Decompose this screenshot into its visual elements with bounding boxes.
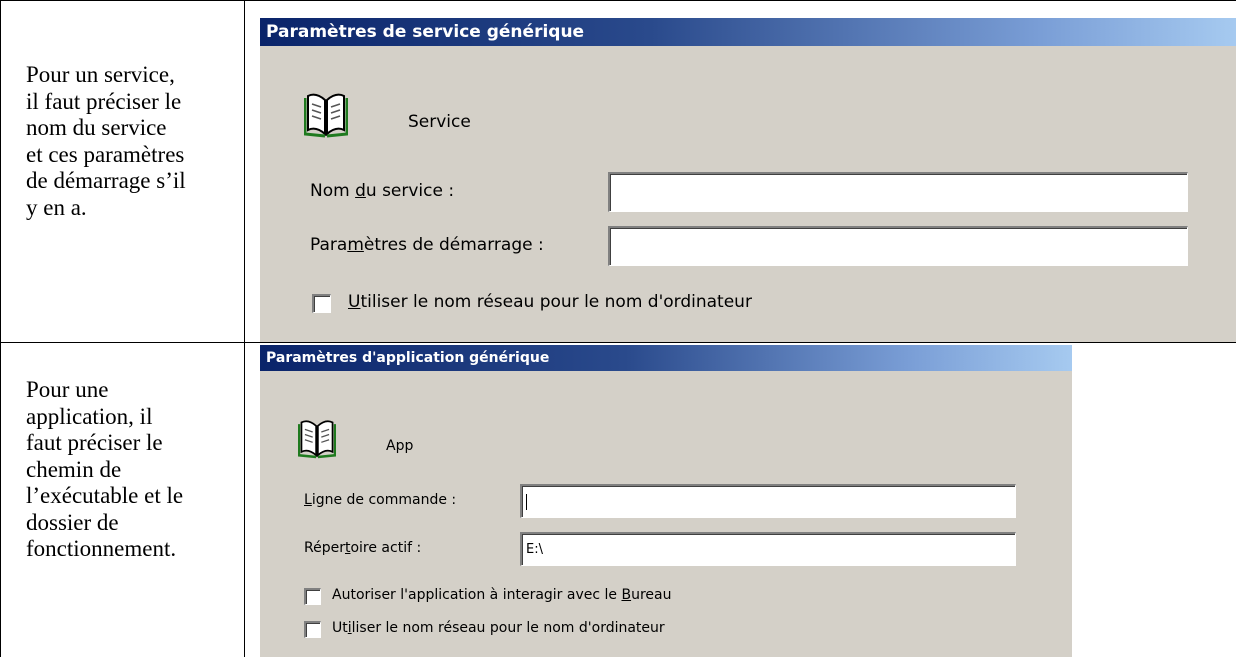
document-table: Pour un service, il faut préciser le nom… xyxy=(0,0,1236,657)
label-text: igne de commande : xyxy=(311,492,457,508)
row1-description-line: de démarrage s’il xyxy=(26,168,186,193)
service-name-input[interactable] xyxy=(608,172,1188,212)
application-settings-dialog: Paramètres d'application générique App L… xyxy=(260,345,1072,657)
use-network-name-label: Utiliser le nom réseau pour le nom d'ord… xyxy=(348,292,752,312)
row1-description-line: nom du service xyxy=(26,115,167,140)
label-text: Para xyxy=(310,235,348,255)
row1-description-line: y en a. xyxy=(26,194,87,220)
row2-description-line: application, il xyxy=(26,403,153,429)
startup-parameters-label: Paramètres de démarrage : xyxy=(310,235,544,255)
command-line-label: Ligne de commande : xyxy=(304,492,456,508)
row1-description-line: Pour un service, xyxy=(26,62,175,87)
use-network-name-checkbox[interactable] xyxy=(304,621,321,638)
working-directory-input[interactable]: E:\ xyxy=(520,532,1016,566)
allow-desktop-interaction-checkbox[interactable] xyxy=(304,588,321,605)
label-text: Réper xyxy=(304,540,345,556)
label-text: Ut xyxy=(332,620,348,636)
label-text: liser le nom réseau pour le nom d'ordina… xyxy=(351,620,665,636)
label-accelerator: d xyxy=(355,181,366,201)
row2-description-line: l’exécutable et le xyxy=(26,483,184,508)
table-border-top xyxy=(0,0,1236,1)
row2-description-line: Pour une xyxy=(26,377,109,402)
dialog-titlebar: Paramètres de service générique xyxy=(260,18,1236,46)
label-accelerator: L xyxy=(304,492,312,508)
use-network-name-checkbox[interactable] xyxy=(312,294,331,313)
row2-description-line: fonctionnement. xyxy=(26,536,177,561)
label-text: tiliser le nom réseau pour le nom d'ordi… xyxy=(360,292,752,312)
label-accelerator: B xyxy=(621,587,632,603)
row1-description: Pour un service, il faut préciser le nom… xyxy=(26,62,244,221)
label-accelerator: U xyxy=(348,292,361,312)
allow-desktop-interaction-label: Autoriser l'application à interagir avec… xyxy=(332,587,671,603)
use-network-name-label: Utiliser le nom réseau pour le nom d'ord… xyxy=(332,620,665,636)
service-settings-dialog: Paramètres de service générique Service … xyxy=(260,18,1236,342)
startup-parameters-input[interactable] xyxy=(608,226,1188,266)
row2-description-line: faut préciser le xyxy=(26,430,163,455)
dialog-heading: App xyxy=(386,438,414,454)
table-row-divider xyxy=(0,342,1236,343)
label-text: Nom xyxy=(310,181,356,201)
label-text: oire actif : xyxy=(350,540,422,556)
row1-description-line: il faut préciser le xyxy=(26,88,182,114)
label-text: u service : xyxy=(365,181,455,201)
command-line-input[interactable] xyxy=(520,484,1016,518)
table-column-divider xyxy=(244,0,245,657)
label-text: ureau xyxy=(631,587,672,603)
row1-description-line: et ces paramètres xyxy=(26,141,185,167)
open-book-icon xyxy=(304,93,348,138)
text-cursor xyxy=(526,493,527,510)
row2-description: Pour une application, il faut préciser l… xyxy=(26,377,244,563)
open-book-icon xyxy=(298,420,336,459)
label-accelerator: m xyxy=(347,235,364,255)
label-text: Autoriser l'application à interagir avec… xyxy=(332,587,622,603)
service-name-label: Nom du service : xyxy=(310,181,454,201)
dialog-titlebar: Paramètres d'application générique xyxy=(260,345,1072,371)
row2-description-line: chemin de xyxy=(26,456,122,482)
table-border-left xyxy=(0,0,1,657)
row2-description-line: dossier de xyxy=(26,509,119,535)
dialog-heading: Service xyxy=(408,112,471,132)
working-directory-label: Répertoire actif : xyxy=(304,540,421,556)
label-text: ètres de démarrage : xyxy=(363,235,544,255)
